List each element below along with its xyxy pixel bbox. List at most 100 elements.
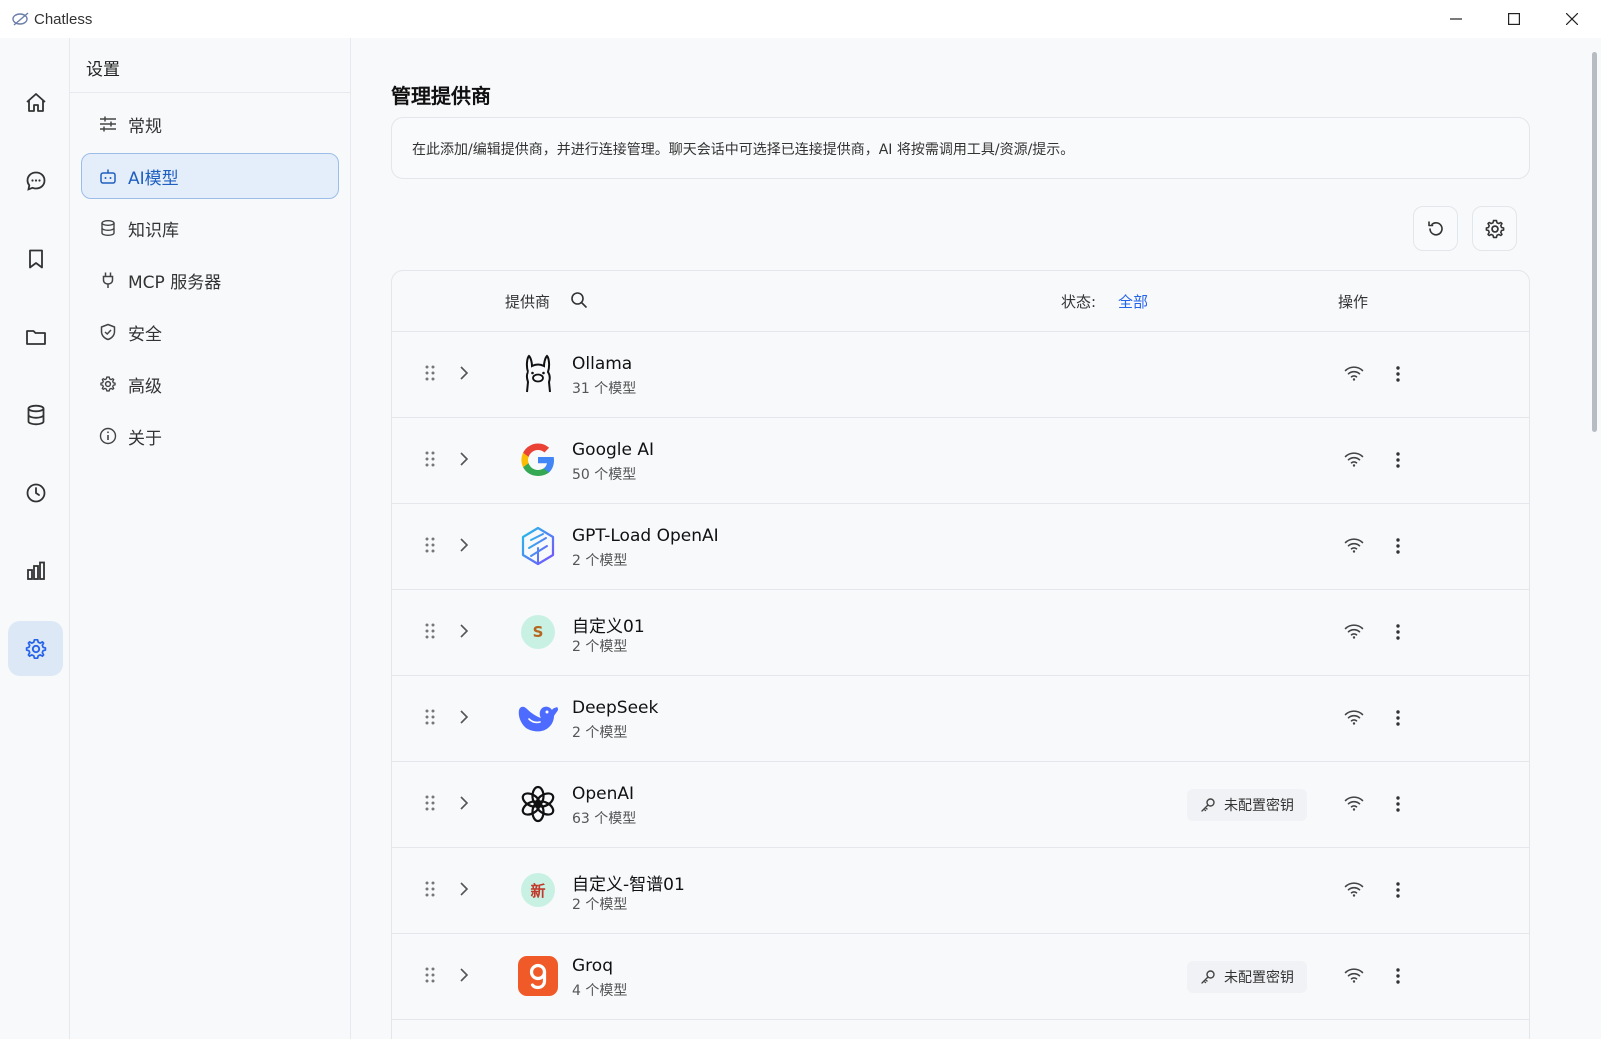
minimize-icon	[1450, 18, 1462, 20]
database-icon	[98, 218, 118, 238]
drag-handle-icon[interactable]	[424, 364, 436, 386]
sidebar-item-security[interactable]: 安全	[81, 309, 339, 355]
page-title: 管理提供商	[391, 84, 491, 108]
refresh-icon	[1427, 220, 1443, 236]
home-icon	[25, 92, 46, 112]
provider-settings-button[interactable]	[1472, 206, 1517, 251]
more-options-icon[interactable]	[1395, 795, 1401, 817]
expand-chevron-icon[interactable]	[458, 537, 470, 557]
table-row[interactable]: Ollama 31 个模型	[392, 332, 1529, 418]
connection-wifi-icon[interactable]	[1344, 623, 1364, 643]
expand-chevron-icon[interactable]	[458, 365, 470, 385]
key-not-configured-badge[interactable]: 未配置密钥	[1187, 961, 1307, 993]
expand-chevron-icon[interactable]	[458, 795, 470, 815]
more-options-icon[interactable]	[1395, 451, 1401, 473]
table-row[interactable]: 新 自定义-智谱01 2 个模型	[392, 848, 1529, 934]
expand-chevron-icon[interactable]	[458, 967, 470, 987]
drag-handle-icon[interactable]	[424, 966, 436, 988]
rail-settings-button[interactable]	[8, 621, 63, 676]
provider-model-count: 31 个模型	[572, 381, 637, 397]
close-icon	[1566, 13, 1578, 25]
key-icon	[1200, 797, 1216, 813]
more-options-icon[interactable]	[1395, 967, 1401, 989]
maximize-icon	[1508, 13, 1520, 25]
title-bar: Chatless	[0, 0, 1601, 38]
key-not-configured-badge[interactable]: 未配置密钥	[1187, 789, 1307, 821]
sidebar-item-label: 知识库	[128, 220, 179, 241]
drag-handle-icon[interactable]	[424, 622, 436, 644]
badge-label: 未配置密钥	[1224, 798, 1294, 814]
table-row[interactable]: Groq 4 个模型 未配置密钥	[392, 934, 1529, 1020]
table-row[interactable]: S 自定义01 2 个模型	[392, 590, 1529, 676]
drag-handle-icon[interactable]	[424, 880, 436, 902]
gear-icon	[25, 638, 46, 659]
connection-wifi-icon[interactable]	[1344, 881, 1364, 901]
table-row[interactable]: OpenAI 63 个模型 未配置密钥	[392, 762, 1529, 848]
connection-wifi-icon[interactable]	[1344, 967, 1364, 987]
drag-handle-icon[interactable]	[424, 794, 436, 816]
settings-sidebar: 设置 常规 AI模型 知识库 MCP 服务器 安全 高级 关于	[70, 38, 351, 1039]
sidebar-item-advanced[interactable]: 高级	[81, 361, 339, 407]
connection-wifi-icon[interactable]	[1344, 451, 1364, 471]
provider-search-button[interactable]	[570, 291, 588, 313]
sidebar-item-label: 高级	[128, 376, 162, 397]
expand-chevron-icon[interactable]	[458, 451, 470, 471]
rail-home-button[interactable]	[8, 75, 63, 130]
maximize-button[interactable]	[1485, 0, 1543, 38]
table-header: 提供商 状态: 全部 操作	[392, 271, 1529, 332]
provider-name: GPT-Load OpenAI	[572, 526, 719, 546]
sidebar-item-mcp-servers[interactable]: MCP 服务器	[81, 257, 339, 303]
more-options-icon[interactable]	[1395, 365, 1401, 387]
sidebar-item-label: 常规	[128, 116, 162, 137]
more-options-icon[interactable]	[1395, 537, 1401, 559]
status-filter-dropdown[interactable]: 全部	[1118, 291, 1148, 312]
provider-model-count: 63 个模型	[572, 811, 637, 827]
badge-label: 未配置密钥	[1224, 970, 1294, 986]
more-options-icon[interactable]	[1395, 709, 1401, 731]
connection-wifi-icon[interactable]	[1344, 365, 1364, 385]
rail-files-button[interactable]	[8, 309, 63, 364]
drag-handle-icon[interactable]	[424, 450, 436, 472]
table-row[interactable]: GPT-Load OpenAI 2 个模型	[392, 504, 1529, 590]
rail-chat-button[interactable]	[8, 153, 63, 208]
icon-rail	[0, 38, 70, 1039]
provider-name: 自定义01	[572, 617, 645, 637]
connection-wifi-icon[interactable]	[1344, 709, 1364, 729]
rail-history-button[interactable]	[8, 465, 63, 520]
expand-chevron-icon[interactable]	[458, 709, 470, 729]
rail-database-button[interactable]	[8, 387, 63, 442]
info-icon	[98, 426, 118, 446]
description-text: 在此添加/编辑提供商，并进行连接管理。聊天会话中可选择已连接提供商，AI 将按需…	[412, 142, 1075, 158]
shield-icon	[98, 322, 118, 342]
table-row[interactable]: DeepSeek 2 个模型	[392, 676, 1529, 762]
sidebar-item-ai-models[interactable]: AI模型	[81, 153, 339, 199]
sidebar-item-knowledge-base[interactable]: 知识库	[81, 205, 339, 251]
app-logo-icon	[12, 10, 30, 28]
sidebar-item-about[interactable]: 关于	[81, 413, 339, 459]
header-provider: 提供商	[505, 293, 551, 311]
connection-wifi-icon[interactable]	[1344, 795, 1364, 815]
refresh-button[interactable]	[1413, 206, 1458, 251]
drag-handle-icon[interactable]	[424, 708, 436, 730]
search-icon	[571, 292, 587, 308]
sidebar-item-label: 安全	[128, 324, 162, 345]
provider-model-count: 50 个模型	[572, 467, 637, 483]
minimize-button[interactable]	[1427, 0, 1485, 38]
plug-icon	[98, 270, 118, 290]
rail-analytics-button[interactable]	[8, 543, 63, 598]
table-row[interactable]: Google AI 50 个模型	[392, 418, 1529, 504]
scroll-thumb[interactable]	[1592, 52, 1597, 432]
expand-chevron-icon[interactable]	[458, 623, 470, 643]
sidebar-item-label: MCP 服务器	[128, 272, 222, 293]
expand-chevron-icon[interactable]	[458, 881, 470, 901]
bookmark-icon	[28, 249, 43, 268]
scrollbar[interactable]	[1589, 38, 1601, 1039]
connection-wifi-icon[interactable]	[1344, 537, 1364, 557]
more-options-icon[interactable]	[1395, 623, 1401, 645]
drag-handle-icon[interactable]	[424, 536, 436, 558]
more-options-icon[interactable]	[1395, 881, 1401, 903]
folder-icon	[25, 329, 46, 345]
rail-bookmarks-button[interactable]	[8, 231, 63, 286]
close-button[interactable]	[1543, 0, 1601, 38]
sidebar-item-general[interactable]: 常规	[81, 101, 339, 147]
